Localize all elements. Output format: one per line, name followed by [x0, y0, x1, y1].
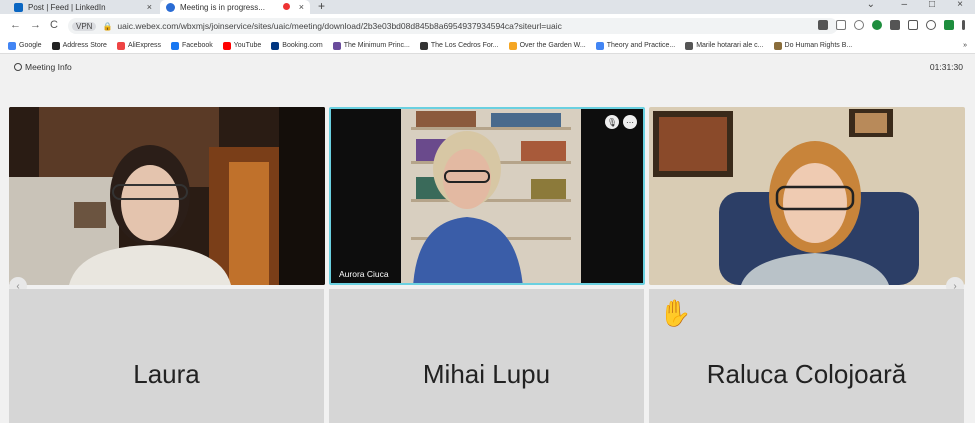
- bookmark-favicon-icon: [171, 41, 180, 50]
- close-window-button[interactable]: ×: [957, 0, 963, 10]
- bookmark-favicon-icon: [51, 41, 60, 50]
- bookmark-favicon-icon: [116, 41, 125, 50]
- tab-bar: Post | Feed | LinkedIn × Meeting is in p…: [0, 0, 975, 14]
- sidebar-icon[interactable]: [908, 20, 918, 30]
- bookmark-favicon-icon: [271, 41, 280, 50]
- vpn-badge[interactable]: VPN: [72, 21, 97, 31]
- participant-name: Laura: [133, 358, 200, 389]
- recording-icon: [283, 3, 290, 10]
- lock-icon[interactable]: 🔒: [102, 22, 112, 31]
- extension-green-icon[interactable]: [872, 20, 882, 30]
- mic-status-icon[interactable]: 🎙: [605, 115, 619, 129]
- meeting-header: Meeting Info 01:31:30: [0, 55, 975, 79]
- bookmark-favicon-icon: [773, 41, 782, 50]
- url-field[interactable]: VPN 🔒 uaic.webex.com/wbxmjs/joinservice/…: [68, 18, 838, 34]
- url-text[interactable]: uaic.webex.com/wbxmjs/joinservice/sites/…: [117, 21, 561, 31]
- close-tab-icon[interactable]: ×: [147, 2, 152, 12]
- bookmarks-bar: Google Address Store AliExpress Facebook You…: [0, 38, 975, 54]
- bookmark-item[interactable]: Over the Garden W...: [508, 41, 586, 50]
- bookmark-item[interactable]: AliExpress: [116, 41, 162, 50]
- bookmark-item[interactable]: Google: [8, 41, 42, 50]
- participant-video-aurora: [331, 109, 643, 283]
- bookmark-item[interactable]: Do Human Rights B...: [773, 41, 853, 50]
- bookmark-favicon-icon: [8, 41, 16, 50]
- participant-name: Mihai Lupu: [422, 358, 551, 389]
- bookmark-item[interactable]: YouTube: [222, 41, 262, 50]
- participant-tile-mihai[interactable]: Mihai Lupu: [329, 289, 644, 423]
- reload-button[interactable]: C: [50, 19, 58, 31]
- tab-linkedin[interactable]: Post | Feed | LinkedIn ×: [8, 0, 158, 14]
- shield-icon[interactable]: [944, 20, 954, 30]
- bookmark-item[interactable]: Facebook: [171, 41, 213, 50]
- more-options-icon[interactable]: ⋯: [623, 115, 637, 129]
- bookmark-item[interactable]: Booking.com: [271, 41, 323, 50]
- bookmark-favicon-icon: [595, 41, 604, 50]
- participant-name: Raluca Colojoară: [706, 358, 907, 389]
- bookmark-label: AliExpress: [127, 42, 162, 49]
- bookmark-label: Address Store: [62, 42, 107, 49]
- tab-meeting[interactable]: Meeting is in progress... ×: [160, 0, 310, 14]
- extension-icons: [818, 20, 965, 30]
- new-tab-button[interactable]: +: [318, 0, 325, 13]
- active-speaker-name: Aurora Ciuca: [339, 269, 389, 279]
- star-icon[interactable]: [854, 20, 864, 30]
- meeting-info-label: Meeting Info: [25, 62, 72, 72]
- video-tile-raluca[interactable]: [649, 107, 965, 285]
- forward-button[interactable]: →: [30, 19, 41, 31]
- bookmark-favicon-icon: [508, 41, 517, 50]
- meeting-info-button[interactable]: Meeting Info: [14, 62, 72, 72]
- video-tile-active-speaker[interactable]: Aurora Ciuca 🎙 ⋯: [329, 107, 645, 285]
- meeting-timer: 01:31:30: [929, 62, 963, 72]
- bookmark-label: Do Human Rights B...: [784, 42, 853, 49]
- bookmark-item[interactable]: The Los Cedros For...: [419, 41, 499, 50]
- bookmark-label: The Los Cedros For...: [430, 42, 499, 49]
- bookmark-favicon-icon: [222, 41, 231, 50]
- bookmark-label: Theory and Practice...: [606, 42, 676, 49]
- bookmark-label: YouTube: [233, 42, 262, 49]
- bookmark-favicon-icon: [685, 41, 694, 50]
- camera-icon[interactable]: [818, 20, 828, 30]
- bookmark-item[interactable]: Marile hotarari ale c...: [685, 41, 764, 50]
- bookmark-label: Booking.com: [282, 42, 323, 49]
- share-icon[interactable]: [836, 20, 846, 30]
- bookmark-favicon-icon: [419, 41, 428, 50]
- bookmarks-overflow-button[interactable]: »: [963, 42, 967, 49]
- participant-video-laura: [9, 107, 325, 285]
- bookmark-item[interactable]: Theory and Practice...: [595, 41, 676, 50]
- linkedin-icon: [14, 2, 23, 12]
- bookmark-label: Over the Garden W...: [519, 42, 586, 49]
- puzzle-icon[interactable]: [890, 20, 900, 30]
- minimize-button[interactable]: –: [901, 0, 907, 10]
- raised-hand-icon: ✋: [659, 298, 692, 328]
- bookmark-item[interactable]: The Minimum Princ...: [332, 41, 410, 50]
- info-icon: [14, 63, 22, 71]
- menu-icon[interactable]: [962, 20, 965, 30]
- participant-tile-raluca[interactable]: Raluca Colojoară: [649, 289, 964, 423]
- bookmark-label: The Minimum Princ...: [343, 42, 410, 49]
- bookmark-item[interactable]: Address Store: [51, 41, 107, 50]
- participant-tile-laura[interactable]: Laura: [9, 289, 324, 423]
- bookmark-favicon-icon: [332, 41, 341, 50]
- bookmark-label: Marile hotarari ale c...: [696, 42, 764, 49]
- tab-search-icon[interactable]: ⌄: [867, 0, 875, 10]
- bookmark-label: Facebook: [182, 42, 213, 49]
- tab-label: Meeting is in progress...: [180, 2, 265, 12]
- profile-icon[interactable]: [926, 20, 936, 30]
- maximize-button[interactable]: □: [929, 0, 935, 10]
- bookmark-label: Google: [19, 42, 42, 49]
- tab-label: Post | Feed | LinkedIn: [28, 2, 106, 12]
- participant-video-raluca: [649, 107, 965, 285]
- close-tab-icon[interactable]: ×: [299, 2, 304, 12]
- back-button[interactable]: ←: [10, 19, 21, 31]
- address-bar-row: ← → C VPN 🔒 uaic.webex.com/wbxmjs/joinse…: [0, 14, 975, 38]
- video-tile-laura[interactable]: [9, 107, 325, 285]
- webex-icon: [166, 2, 175, 12]
